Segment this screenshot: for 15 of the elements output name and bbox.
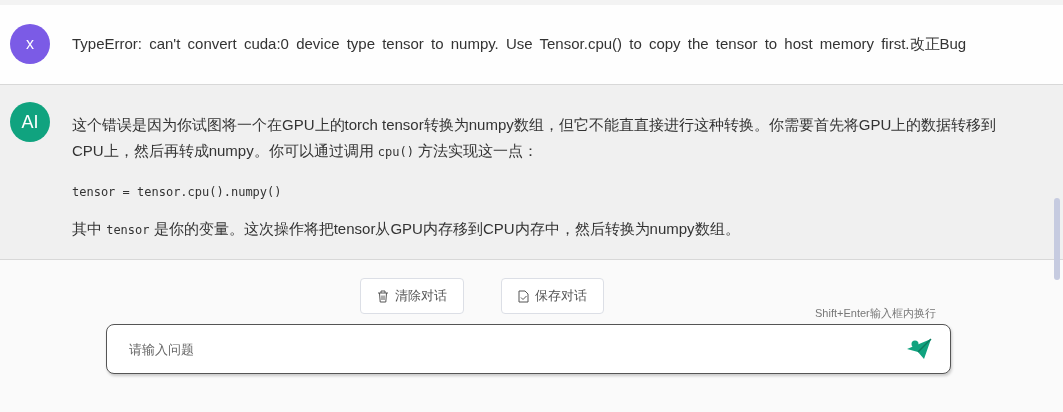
scrollbar-thumb[interactable] — [1054, 198, 1060, 280]
avatar: x — [10, 24, 50, 64]
question-field[interactable]: 请输入问题 — [127, 340, 906, 358]
trash-icon — [376, 289, 389, 303]
save-conversation-button[interactable]: 保存对话 — [500, 278, 604, 314]
question-input[interactable]: 请输入问题 — [106, 324, 951, 374]
message-text: 这个错误是因为你试图将一个在GPU上的torch tensor转换为numpy数组，但它不能直直接进行这种转换。你需要首先将GPU上的数据转移到CPU上，然后再转成numpy。你可以通过调用 cpu() 方法实现这一点： — [72, 115, 998, 161]
avatar: AI — [10, 102, 50, 142]
message-text: TypeError: can't convert cuda:0 device type tensor to numpy. Use Tensor.cpu() to copy the tensor to host memory first.改正Bug — [72, 34, 968, 54]
clear-conversation-button[interactable]: 清除对话 — [359, 278, 464, 314]
send-icon[interactable] — [906, 338, 932, 360]
document-check-icon — [517, 289, 529, 303]
hint-text: Shift+Enter输入框内换行 — [815, 306, 936, 320]
message-text: 其中 tensor 是你的变量。这次操作将把tensor从GPU内存移到CPU内存中，然后转换为numpy数组。 — [72, 219, 741, 239]
code-text: tensor = tensor.cpu().numpy() — [72, 184, 283, 201]
